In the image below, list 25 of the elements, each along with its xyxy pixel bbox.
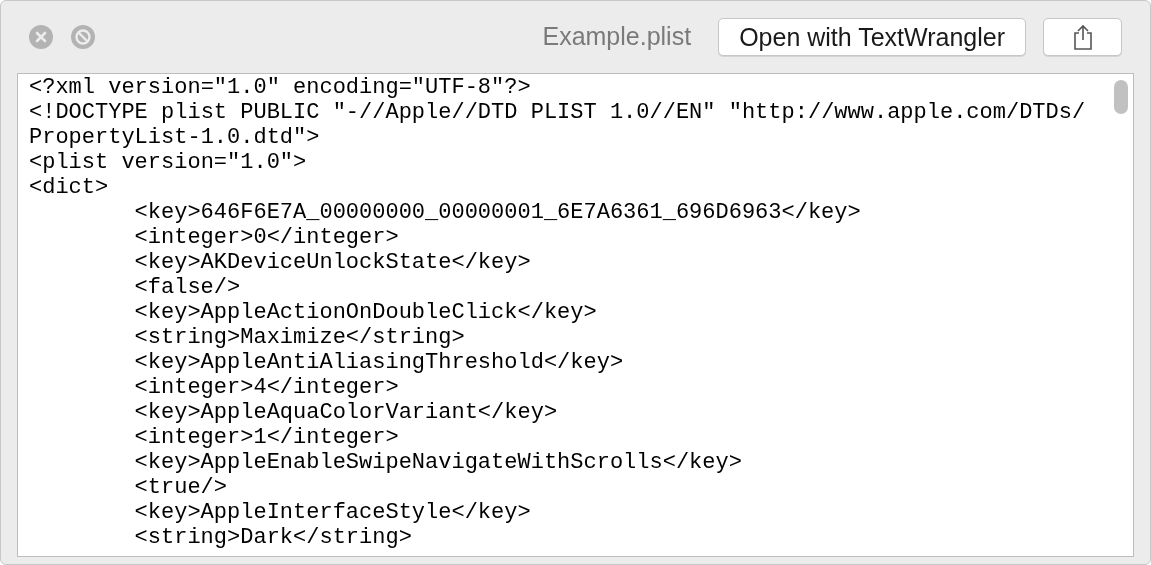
code-line: <integer>1</integer> bbox=[134, 425, 399, 450]
share-icon bbox=[1071, 24, 1094, 50]
code-line: <key>AppleInterfaceStyle</key> bbox=[134, 500, 531, 525]
code-line: <true/> bbox=[134, 475, 228, 500]
code-line: <!DOCTYPE plist PUBLIC "-//Apple//DTD PLIST 1.0//EN" "http://www.apple.com/DTDs/PropertyList-1.0.dtd"> bbox=[29, 100, 1086, 150]
code-line: <key>AppleAntiAliasingThreshold</key> bbox=[134, 350, 624, 375]
close-icon[interactable] bbox=[29, 25, 53, 49]
window-title: Example.plist bbox=[542, 21, 692, 53]
code-line: <string>Dark</string> bbox=[134, 525, 412, 550]
code-line: <string>Maximize</string> bbox=[134, 325, 465, 350]
code-line: <plist version="1.0"> bbox=[29, 150, 307, 175]
code-line: <key>AppleAquaColorVariant</key> bbox=[134, 400, 558, 425]
open-button[interactable]: Open with TextWrangler bbox=[718, 18, 1026, 56]
code-line: <?xml version="1.0" encoding="UTF-8"?> bbox=[29, 75, 531, 100]
code-line: <key>AKDeviceUnlockState</key> bbox=[134, 250, 531, 275]
share-button[interactable] bbox=[1043, 18, 1122, 56]
code-line: <dict> bbox=[29, 175, 109, 200]
code-line: <integer>4</integer> bbox=[134, 375, 399, 400]
scrollbar-thumb[interactable] bbox=[1114, 80, 1128, 114]
code-line: <integer>0</integer> bbox=[134, 225, 399, 250]
minimize-icon[interactable] bbox=[71, 25, 95, 49]
code-line: <false/> bbox=[134, 275, 241, 300]
code-line: <key>AppleEnableSwipeNavigateWithScrolls</key> bbox=[134, 450, 742, 475]
code-line: <key>646F6E7A_00000000_00000001_6E7A6361_696D6963</key> bbox=[134, 200, 861, 225]
code-line: <key>AppleActionOnDoubleClick</key> bbox=[134, 300, 597, 325]
